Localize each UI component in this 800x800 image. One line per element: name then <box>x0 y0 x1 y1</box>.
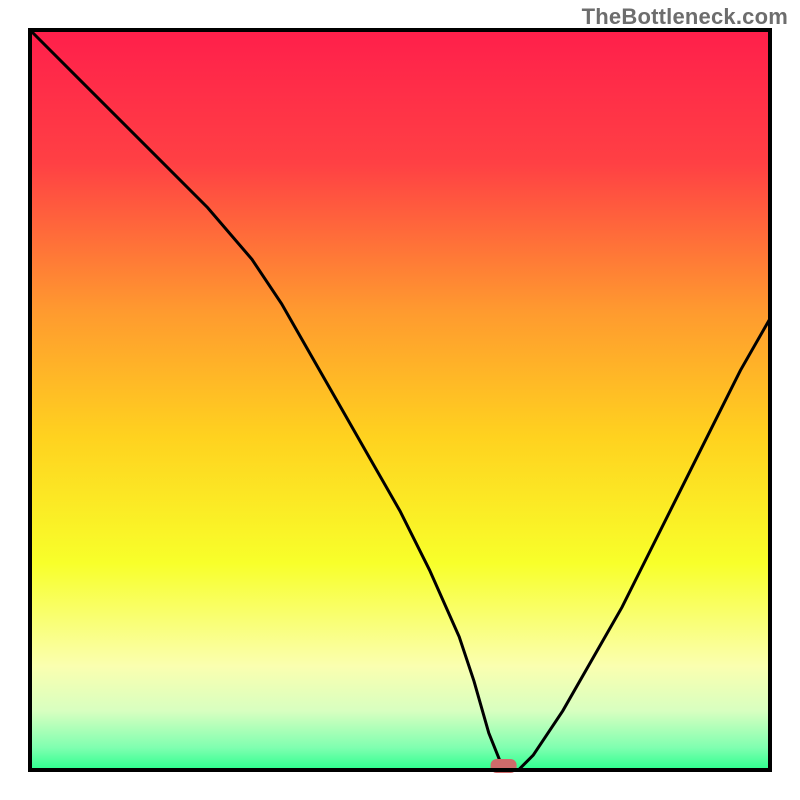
plot-area <box>30 30 770 773</box>
watermark-text: TheBottleneck.com <box>582 4 788 30</box>
chart-stage: TheBottleneck.com <box>0 0 800 800</box>
bottleneck-chart <box>0 0 800 800</box>
